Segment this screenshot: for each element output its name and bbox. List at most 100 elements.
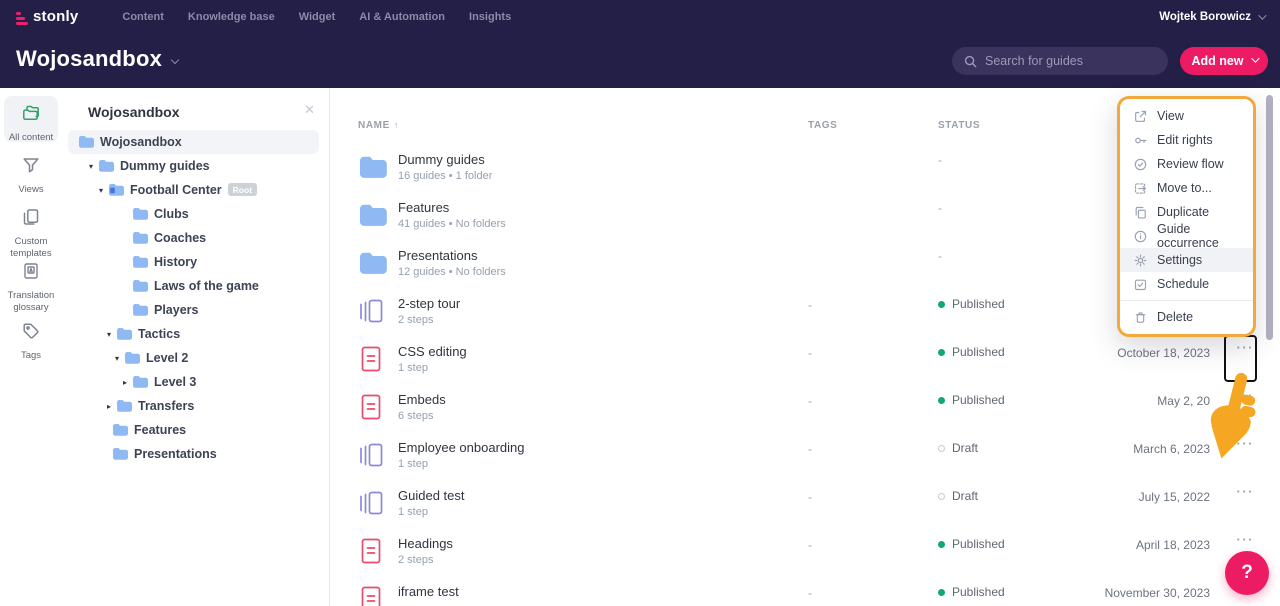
tree-item-level-3[interactable]: ▸ Level 3 — [62, 370, 329, 394]
context-menu-item-label: Guide occurrence — [1157, 222, 1240, 250]
sidebar-item-tags[interactable]: Tags — [4, 314, 58, 360]
tree-item-tactics[interactable]: ▾ Tactics — [62, 322, 329, 346]
tree-item-transfers[interactable]: ▸ Transfers — [62, 394, 329, 418]
row-status: Draft — [938, 489, 978, 503]
tree-caret-icon[interactable]: ▾ — [94, 186, 108, 195]
status-label: Published — [952, 537, 1005, 551]
context-menu-item-label: Schedule — [1157, 277, 1209, 291]
table-row-css-editing[interactable]: CSS editing 1 step - Published October 1… — [330, 336, 1280, 384]
tree-caret-icon[interactable]: ▸ — [102, 402, 116, 411]
row-context-menu: View Edit rights Review flow Move to... … — [1117, 96, 1256, 337]
column-header-tags[interactable]: TAGS — [808, 120, 837, 131]
row-status: Published — [938, 585, 1005, 599]
doc-guide-icon — [358, 344, 384, 379]
context-menu-item-label: Settings — [1157, 253, 1202, 267]
tree-item-players[interactable]: Players — [62, 298, 329, 322]
row-tags: - — [808, 298, 812, 312]
nav-item-content[interactable]: Content — [122, 11, 164, 23]
context-menu-item-label: View — [1157, 109, 1184, 123]
context-menu-item-move-to-[interactable]: Move to... — [1120, 176, 1253, 200]
row-meta: 12 guides • No folders — [398, 266, 506, 278]
status-dot-icon — [938, 589, 945, 596]
root-badge: Root — [228, 183, 257, 196]
table-row-headings[interactable]: Headings 2 steps - Published April 18, 2… — [330, 528, 1280, 576]
row-status: - — [938, 201, 942, 215]
row-tags: - — [808, 442, 812, 456]
column-header-name[interactable]: NAME↑ — [358, 120, 399, 131]
folder-icon — [358, 155, 387, 185]
close-icon[interactable]: ✕ — [304, 102, 315, 118]
tree-item-football-center[interactable]: ▾ Football CenterRoot — [62, 178, 329, 202]
tree-caret-icon[interactable]: ▾ — [110, 354, 124, 363]
status-label: - — [938, 249, 942, 263]
table-row-employee-onboarding[interactable]: Employee onboarding 1 step - Draft March… — [330, 432, 1280, 480]
workspace-title: Wojosandbox — [16, 46, 162, 72]
tree-item-level-2[interactable]: ▾ Level 2 — [62, 346, 329, 370]
stonly-logo[interactable]: stonly — [16, 8, 96, 25]
tree-item-label: Presentations — [134, 447, 217, 461]
tree-item-presentations[interactable]: Presentations — [62, 442, 329, 466]
context-menu-item-schedule[interactable]: Schedule — [1120, 272, 1253, 296]
tree-caret-icon[interactable]: ▾ — [84, 162, 98, 171]
nav-item-ai-automation[interactable]: AI & Automation — [359, 11, 445, 23]
tree-caret-icon[interactable]: ▾ — [102, 330, 116, 339]
row-meta: 2 steps — [398, 314, 433, 326]
add-new-button[interactable]: Add new — [1180, 47, 1268, 75]
doc-guide-icon — [358, 392, 384, 427]
info-icon — [1133, 229, 1148, 244]
context-menu-item-review-flow[interactable]: Review flow — [1120, 152, 1253, 176]
table-row-iframe-test[interactable]: iframe test - Published November 30, 202… — [330, 576, 1280, 606]
sidebar-item-translation-glossary[interactable]: Translation glossary — [4, 254, 58, 312]
menu-divider — [1120, 300, 1253, 301]
search-input[interactable] — [985, 54, 1145, 68]
tree-item-features[interactable]: Features — [62, 418, 329, 442]
folder-icon — [358, 251, 387, 281]
user-name: Wojtek Borowicz — [1159, 11, 1251, 23]
workspace-switcher[interactable]: Wojosandbox — [16, 46, 178, 72]
nav-item-knowledge-base[interactable]: Knowledge base — [188, 11, 275, 23]
sidebar-item-all-content[interactable]: All content — [4, 96, 58, 142]
funnel-icon — [21, 155, 41, 180]
folder-icon — [108, 183, 124, 197]
tree-item-label: Players — [154, 303, 198, 317]
context-menu-item-edit-rights[interactable]: Edit rights — [1120, 128, 1253, 152]
row-date: April 18, 2023 — [1136, 538, 1210, 552]
tree-caret-icon[interactable]: ▸ — [118, 378, 132, 387]
sidebar-item-views[interactable]: Views — [4, 148, 58, 194]
tree-item-label: Dummy guides — [120, 159, 210, 173]
tree-item-history[interactable]: History — [62, 250, 329, 274]
tree-item-label: Football CenterRoot — [130, 183, 257, 198]
stonly-app: stonly Content Knowledge base Widget AI & A… — [0, 0, 1280, 606]
gear-icon — [1133, 253, 1148, 268]
table-row-guided-test[interactable]: Guided test 1 step - Draft July 15, 2022… — [330, 480, 1280, 528]
row-meta: 6 steps — [398, 410, 433, 422]
context-menu-item-view[interactable]: View — [1120, 104, 1253, 128]
sidebar-item-custom-templates[interactable]: Custom templates — [4, 200, 58, 252]
user-menu[interactable]: Wojtek Borowicz — [1159, 11, 1264, 23]
row-actions-button[interactable]: ··· — [1237, 532, 1255, 547]
nav-item-widget[interactable]: Widget — [299, 11, 336, 23]
tree-item-coaches[interactable]: Coaches — [62, 226, 329, 250]
context-menu-item-duplicate[interactable]: Duplicate — [1120, 200, 1253, 224]
context-menu-item-delete[interactable]: Delete — [1120, 305, 1253, 329]
nav-item-insights[interactable]: Insights — [469, 11, 511, 23]
tree-item-laws-of-the-game[interactable]: Laws of the game — [62, 274, 329, 298]
tree-item-label: Coaches — [154, 231, 206, 245]
context-menu-item-settings[interactable]: Settings — [1120, 248, 1253, 272]
context-menu-item-guide-occurrence[interactable]: Guide occurrence — [1120, 224, 1253, 248]
guide-search[interactable] — [952, 47, 1168, 75]
help-button[interactable]: ? — [1225, 551, 1269, 595]
tree-item-clubs[interactable]: Clubs — [62, 202, 329, 226]
vertical-scrollbar[interactable] — [1266, 95, 1273, 340]
tree-item-dummy-guides[interactable]: ▾ Dummy guides — [62, 154, 329, 178]
status-dot-icon — [938, 397, 945, 404]
row-status: - — [938, 249, 942, 263]
tree-item-label: Features — [134, 423, 186, 437]
tree-item-wojosandbox[interactable]: Wojosandbox — [62, 130, 329, 154]
row-actions-button[interactable]: ··· — [1237, 484, 1255, 499]
column-header-status[interactable]: STATUS — [938, 120, 980, 131]
row-status: Published — [938, 345, 1005, 359]
table-row-embeds[interactable]: Embeds 6 steps - Published May 2, 20 ··· — [330, 384, 1280, 432]
tree-item-label: Laws of the game — [154, 279, 259, 293]
row-name: CSS editing — [398, 344, 467, 359]
